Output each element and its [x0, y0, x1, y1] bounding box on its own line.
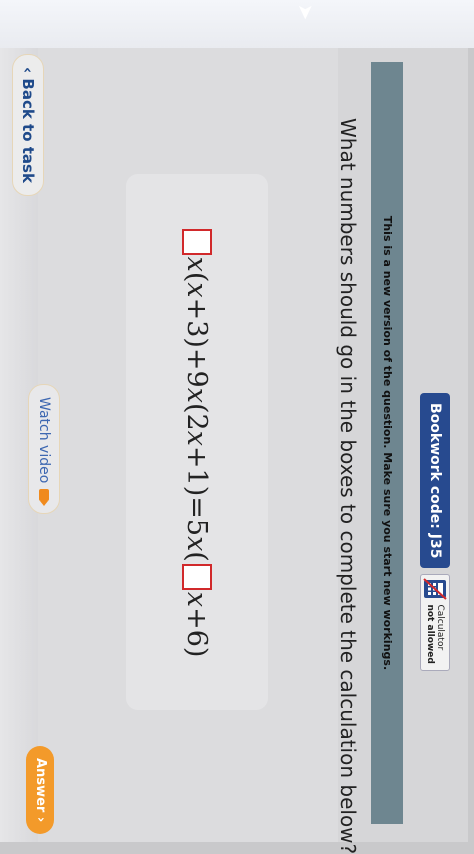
bookwork-code: Bookwork code: J35 [420, 393, 450, 569]
equation-panel: x ( x +3)+9 x (2 x +1)=5 x ( x +6) [126, 174, 268, 710]
new-version-notice: This is a new version of the question. M… [371, 62, 403, 824]
answer-box-2[interactable] [182, 563, 212, 590]
eq-part: +1)=5 [181, 445, 213, 537]
bookwork-row: Bookwork code: J35 Calculator not allowe… [418, 393, 452, 671]
watch-video-button[interactable]: Watch video [28, 384, 60, 515]
cursor-icon: ➤ [294, 3, 318, 21]
eq-part: (2 [181, 402, 213, 431]
video-icon [39, 489, 49, 502]
top-bezel: ➤ [0, 0, 474, 48]
eq-part: ( [181, 271, 213, 283]
eq-part: x [181, 430, 213, 446]
eq-part: ( [181, 551, 213, 562]
calculator-status: Calculator not allowed [420, 574, 450, 671]
eq-part: +6) [181, 607, 213, 658]
watch-video-label: Watch video [36, 397, 52, 484]
eq-part: x [181, 591, 213, 608]
question-card: Bookwork code: J35 Calculator not allowe… [26, 48, 468, 854]
eq-part: x [181, 256, 213, 272]
answer-button[interactable]: Answer › [26, 746, 54, 835]
eq-part: +3)+9 [181, 297, 213, 388]
eq-part: x [181, 387, 213, 403]
calculator-label: Calculator [435, 604, 445, 651]
calculator-icon [423, 578, 447, 601]
question-text: What numbers should go in the boxes to c… [336, 118, 360, 854]
answer-box-1[interactable] [182, 228, 212, 255]
calculator-not-allowed: not allowed [425, 604, 435, 664]
rotated-page: Bookwork code: J35 Calculator not allowe… [0, 48, 474, 854]
equation: x ( x +3)+9 x (2 x +1)=5 x ( x +6) [126, 174, 268, 710]
back-to-task-button[interactable]: ‹ Back to task [12, 54, 44, 196]
eq-part: x [181, 536, 213, 552]
eq-part: x [181, 282, 213, 298]
